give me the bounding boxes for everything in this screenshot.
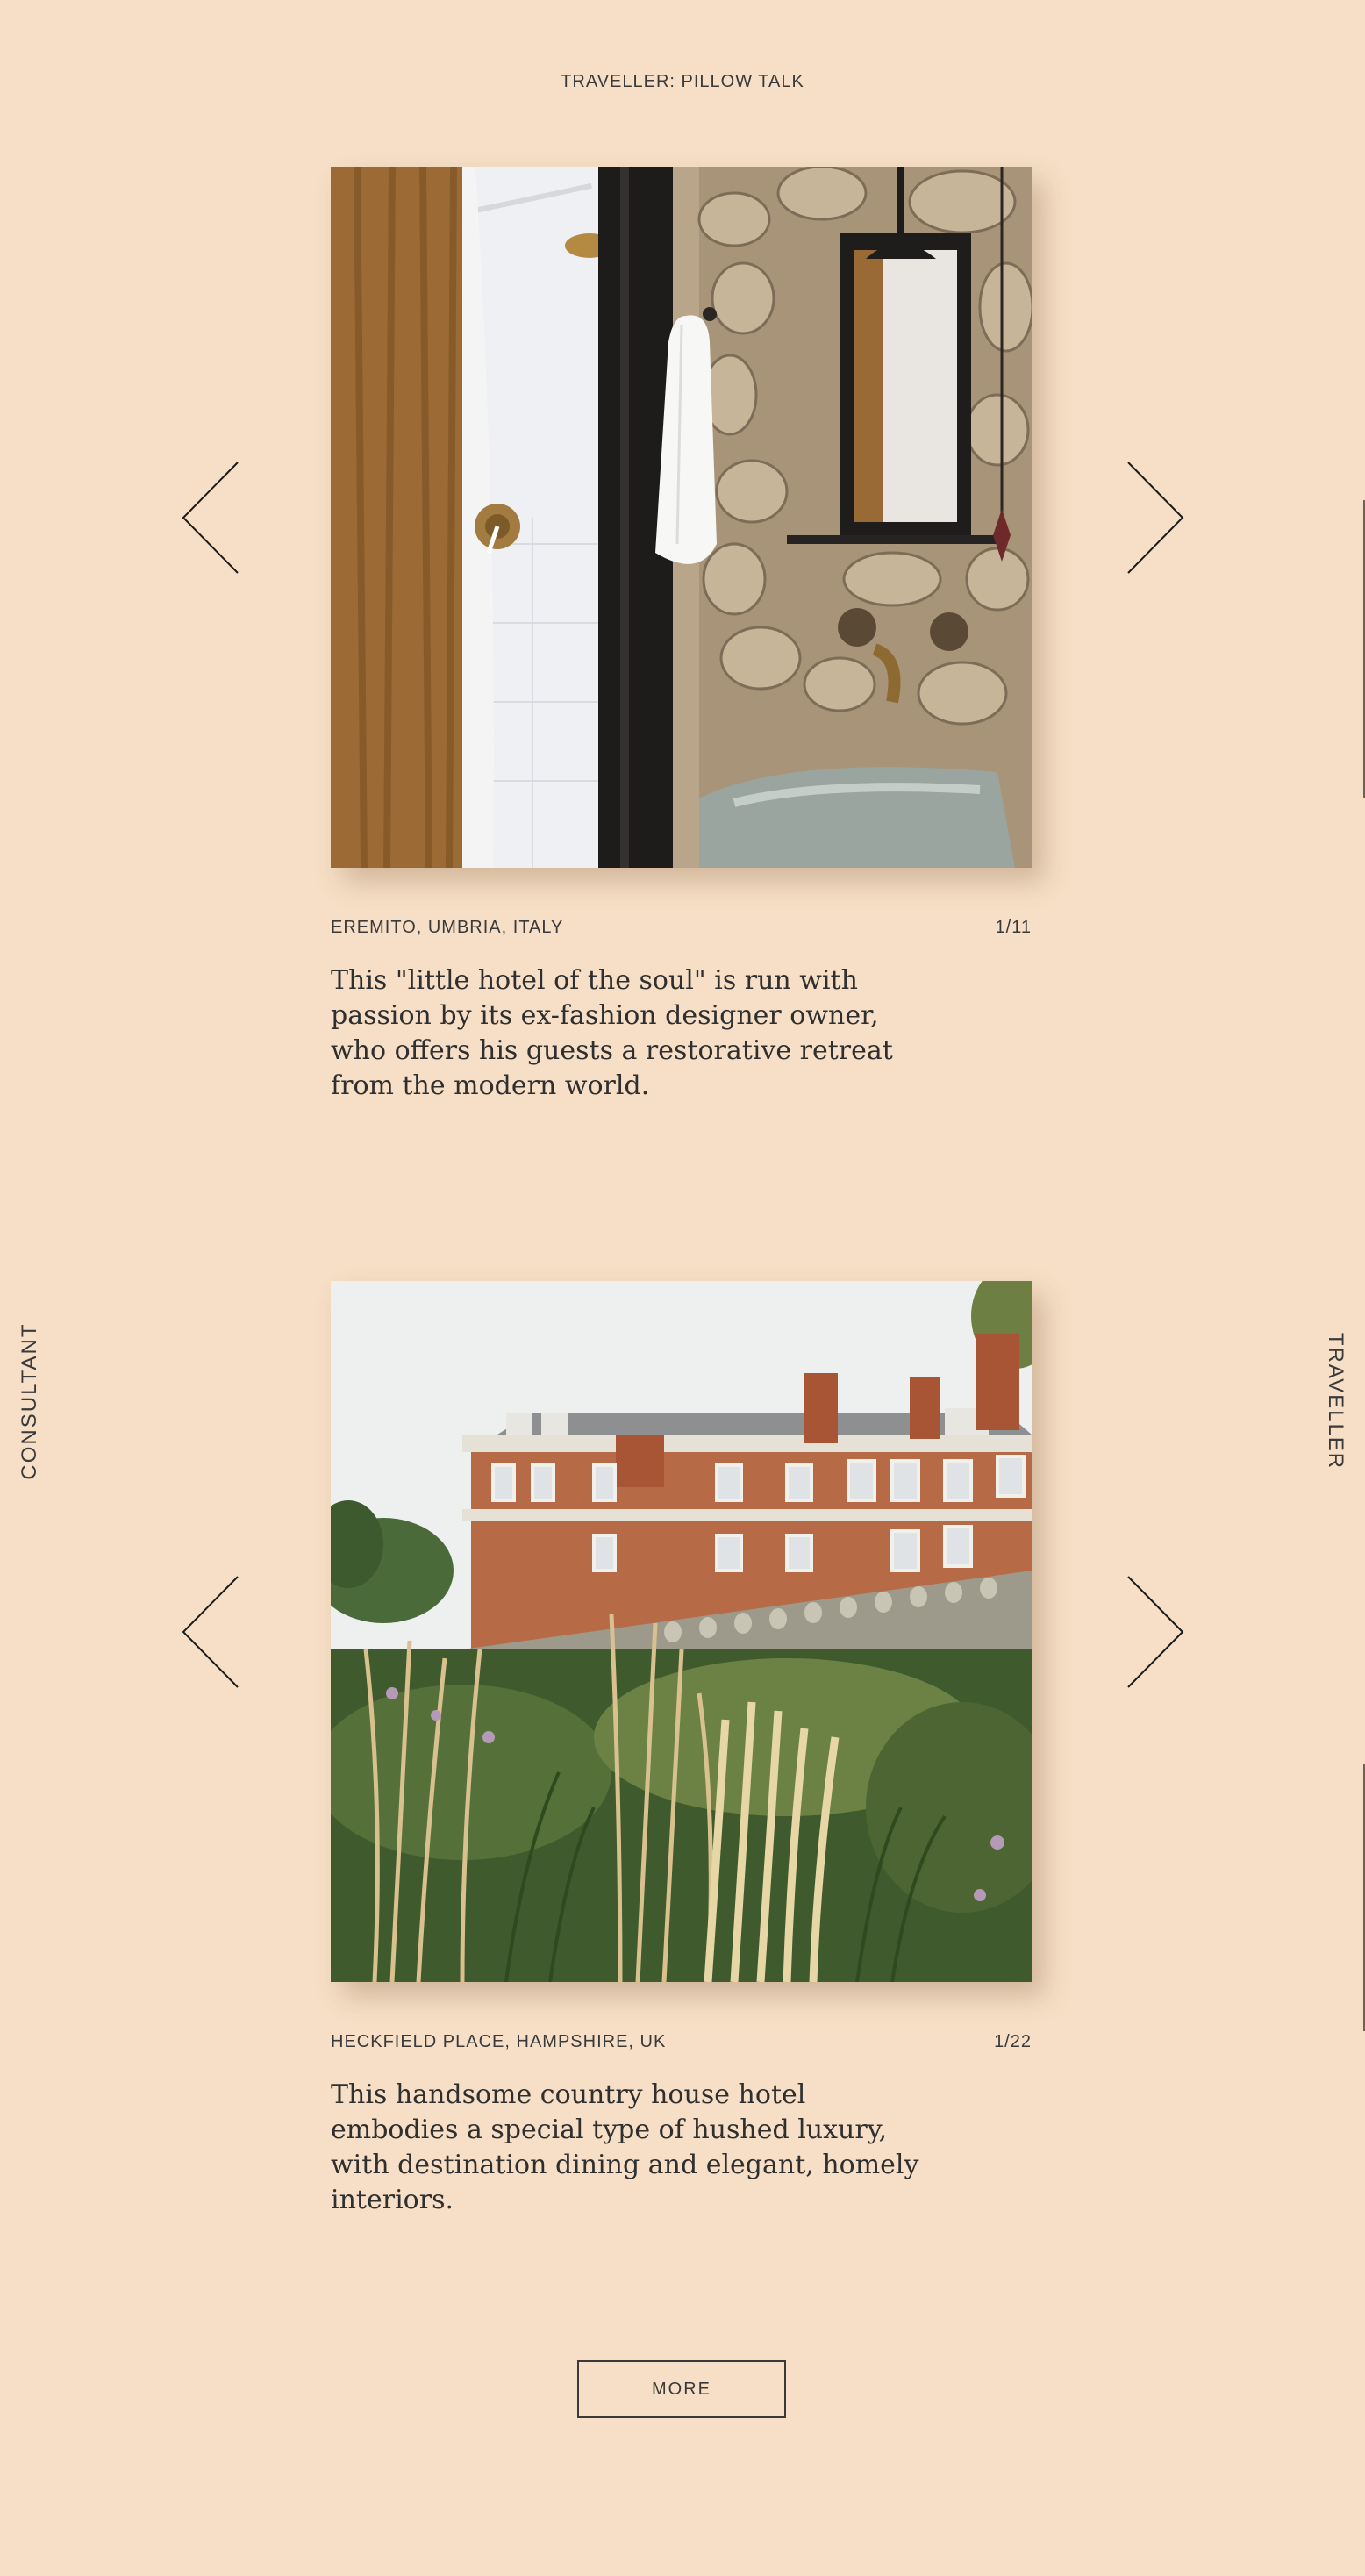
page-title: TRAVELLER: PILLOW TALK <box>561 72 804 91</box>
slide-description: This "little hotel of the soul" is run w… <box>331 965 893 1101</box>
prev-slide-button[interactable] <box>180 1575 241 1689</box>
side-label-traveller[interactable]: TRAVELLER <box>1323 1333 1347 1470</box>
slide-location: EREMITO, UMBRIA, ITALY <box>331 918 564 937</box>
page: TRAVELLER: PILLOW TALK CONSULTANT TRAVEL… <box>0 0 1365 2576</box>
next-slide-button[interactable] <box>1125 461 1186 575</box>
chevron-right-icon <box>1127 1576 1184 1688</box>
slide-counter: 1/22 <box>994 2032 1032 2051</box>
slide-location: HECKFIELD PLACE, HAMPSHIRE, UK <box>331 2032 667 2051</box>
chevron-left-icon <box>182 462 239 574</box>
side-label-consultant[interactable]: CONSULTANT <box>18 1322 42 1479</box>
bathroom-photo <box>331 167 1032 868</box>
chevron-left-icon <box>182 1576 239 1688</box>
prev-slide-button[interactable] <box>180 461 241 575</box>
slide-description: This handsome country house hotel embodi… <box>331 2079 919 2215</box>
hotel-photo-country-house[interactable] <box>331 1281 1032 1982</box>
next-slide-button[interactable] <box>1125 1575 1186 1689</box>
hotel-photo-bathroom[interactable] <box>331 167 1032 868</box>
slide-counter: 1/11 <box>995 918 1032 937</box>
country-house-photo <box>331 1281 1032 1982</box>
more-button[interactable]: MORE <box>577 2360 786 2418</box>
chevron-right-icon <box>1127 462 1184 574</box>
